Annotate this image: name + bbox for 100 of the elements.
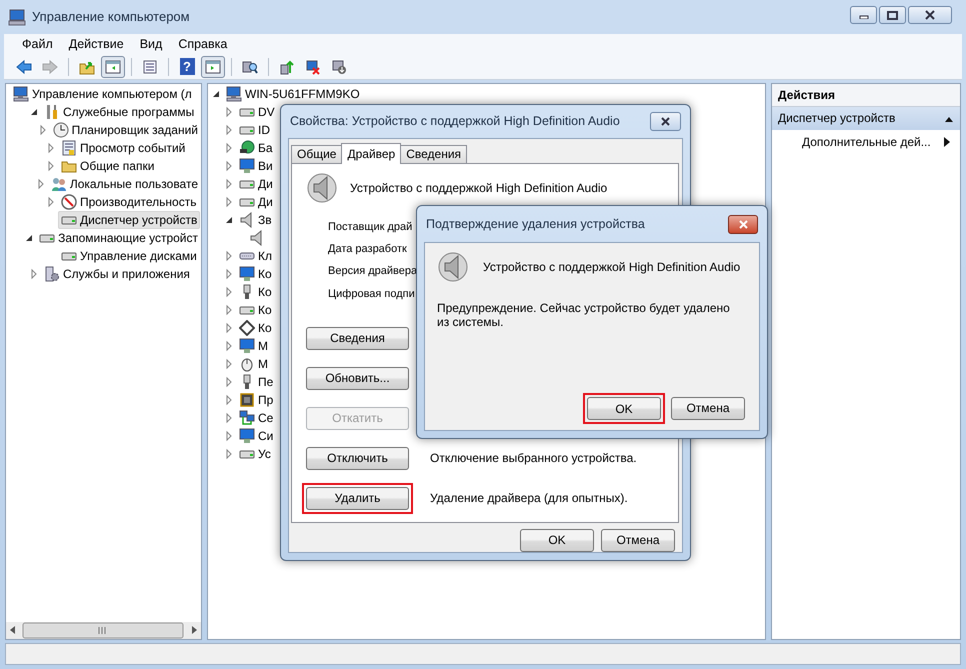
disable-icon — [331, 58, 347, 74]
tree-item[interactable]: Зв — [236, 211, 275, 229]
maximize-icon — [887, 10, 898, 20]
tree-item[interactable]: М — [236, 355, 271, 373]
tree-item[interactable]: Се — [236, 409, 276, 427]
tree-item[interactable]: Кл — [236, 247, 275, 265]
dialog-button[interactable]: Отмена — [671, 397, 745, 420]
tree-item[interactable]: Службы и приложения — [41, 265, 193, 283]
action-button[interactable]: Обновить... — [306, 366, 409, 390]
tree-item[interactable]: Ди — [236, 175, 276, 193]
monitor-icon — [239, 158, 255, 174]
mouse-icon — [239, 356, 255, 372]
monitor-icon — [239, 428, 255, 444]
tree-item[interactable]: Си — [236, 427, 276, 445]
tree-item[interactable]: Планировщик заданий — [50, 121, 201, 139]
action-button[interactable]: Удалить — [306, 486, 409, 510]
actions-section-header[interactable]: Диспетчер устройств — [772, 107, 960, 130]
tab[interactable]: Общие — [291, 145, 342, 163]
panel-icon — [105, 58, 121, 74]
computer-icon — [226, 86, 242, 102]
clock-icon — [52, 122, 69, 138]
battery-icon — [239, 140, 255, 156]
forward-arrow-icon — [42, 58, 58, 74]
field-label: Дата разработк — [328, 243, 407, 256]
dialog-title: Подтверждение удаления устройства — [426, 216, 645, 232]
computer-icon — [13, 86, 29, 102]
gauge-icon — [61, 194, 77, 210]
list-icon — [142, 58, 158, 74]
tree-item[interactable]: Ко — [236, 319, 275, 337]
tree-item[interactable]: Просмотр событий — [58, 139, 188, 157]
gear-icon — [44, 266, 60, 282]
scan-icon — [242, 58, 258, 74]
tab[interactable]: Драйвер — [341, 143, 402, 164]
chip-icon — [239, 392, 255, 408]
dialog-button[interactable]: OK — [587, 397, 661, 420]
action-description: Отключение выбранного устройства. — [430, 451, 638, 466]
window-title: Управление компьютером — [32, 9, 190, 25]
toolbar-button[interactable] — [201, 56, 225, 78]
panel-icon — [205, 58, 221, 74]
action-description: Удаление драйвера (для опытных). — [430, 491, 629, 506]
close-button[interactable] — [650, 112, 681, 131]
document-icon — [61, 140, 77, 156]
dialog-title: Свойства: Устройство с поддержкой High Definition Audio — [290, 114, 620, 129]
monitor-icon — [239, 338, 255, 354]
horizontal-scrollbar[interactable] — [6, 622, 201, 639]
monitor-icon — [239, 266, 255, 282]
tree-item[interactable]: Локальные пользовате — [48, 175, 201, 193]
menu-item[interactable]: Действие — [60, 36, 132, 52]
tab[interactable]: Сведения — [400, 145, 468, 163]
tree-item[interactable]: Ба — [236, 139, 276, 157]
tree-item[interactable]: Управление дисками — [58, 247, 200, 265]
uninstall-icon — [305, 58, 321, 74]
tree-item[interactable]: Служебные программы — [41, 103, 198, 121]
menu-item[interactable]: Справка — [170, 36, 236, 52]
update-icon — [279, 58, 295, 74]
toolbar-button[interactable]: ? — [175, 56, 199, 78]
tree-item[interactable]: М — [236, 337, 271, 355]
speaker-icon — [306, 172, 338, 204]
minimize-button[interactable] — [850, 6, 877, 24]
computer-icon — [8, 8, 26, 26]
close-button[interactable] — [908, 6, 952, 24]
tools-icon — [44, 104, 60, 120]
tree-item[interactable]: Ко — [236, 283, 275, 301]
maximize-button[interactable] — [879, 6, 906, 24]
field-label: Поставщик драй — [328, 221, 412, 234]
tree-item[interactable]: Ви — [236, 157, 276, 175]
tree-item[interactable]: Управление компьютером (л — [10, 85, 195, 103]
device-name: Устройство с поддержкой High Definition Audio — [350, 180, 608, 196]
dialog-button[interactable]: Отмена — [601, 529, 675, 552]
action-button[interactable]: Отключить — [306, 446, 409, 470]
network-icon — [239, 410, 255, 426]
close-icon — [738, 220, 748, 228]
tree-item[interactable]: WIN-5U61FFMM9KO — [223, 85, 363, 103]
action-item[interactable]: Дополнительные дей... — [772, 130, 960, 154]
tree-item[interactable]: Ус — [236, 445, 274, 463]
tree-item[interactable]: Ди — [236, 193, 276, 211]
tree-item[interactable]: Диспетчер устройств — [58, 211, 200, 229]
dialog-button[interactable]: OK — [520, 529, 594, 552]
pane-header: Действия — [772, 84, 960, 108]
tree-item[interactable]: Пр — [236, 391, 276, 409]
users-icon — [50, 176, 67, 192]
action-button[interactable]: Сведения — [306, 326, 409, 350]
toolbar-button[interactable] — [101, 56, 125, 78]
menu-item[interactable]: Файл — [14, 36, 61, 52]
speaker-icon — [437, 251, 469, 283]
device-name: Устройство с поддержкой High Definition Audio — [483, 260, 740, 274]
tree-item[interactable]: Ко — [236, 265, 275, 283]
tree-item[interactable]: Общие папки — [58, 157, 158, 175]
tree-item[interactable]: Производительность — [58, 193, 200, 211]
close-button[interactable] — [728, 214, 758, 234]
tree-item[interactable]: ID — [236, 121, 273, 139]
tree-item[interactable]: Пе — [236, 373, 276, 391]
close-icon — [661, 117, 670, 126]
field-label: Версия драйвера — [328, 265, 418, 279]
submenu-arrow-icon — [942, 136, 952, 148]
tree-item[interactable]: Ко — [236, 301, 275, 319]
menu-item[interactable]: Вид — [132, 36, 170, 52]
tree-item[interactable]: DV — [236, 103, 278, 121]
tree-item[interactable]: Запоминающие устройст — [36, 229, 201, 247]
close-icon — [925, 10, 935, 20]
